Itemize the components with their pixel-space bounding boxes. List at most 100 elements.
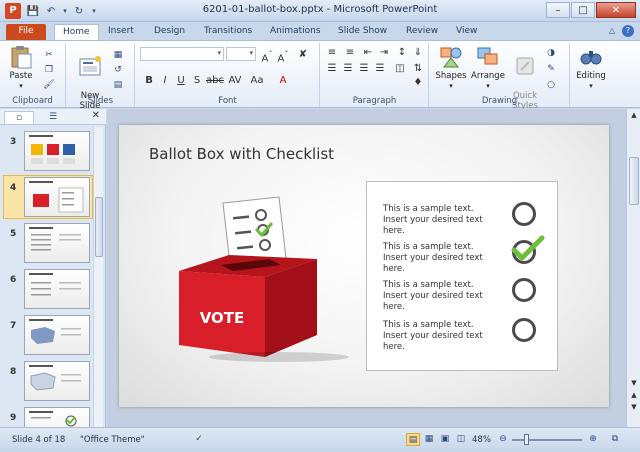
slide-thumbnail-9[interactable]: 9 [6, 407, 92, 427]
tab-transitions[interactable]: Transitions [196, 24, 260, 40]
ballot-box-label: VOTE [200, 309, 245, 327]
layout-icon[interactable]: ▦ [111, 49, 125, 61]
cut-icon[interactable]: ✂ [42, 49, 56, 61]
numbering-icon[interactable]: ≡ [343, 47, 357, 58]
zoom-slider-track[interactable] [512, 439, 582, 441]
quick-styles-icon [516, 57, 534, 75]
minimize-ribbon-icon[interactable]: △ [606, 25, 618, 37]
zoom-slider-thumb[interactable] [524, 434, 529, 445]
reset-icon[interactable]: ↺ [111, 64, 125, 76]
editing-button[interactable]: Editing ▾ [573, 45, 609, 91]
copy-icon[interactable]: ❐ [42, 64, 56, 76]
increase-indent-icon[interactable]: ⇥ [377, 47, 391, 58]
close-pane-icon[interactable]: ✕ [92, 110, 100, 121]
bold-icon[interactable]: B [142, 75, 156, 86]
clear-formatting-icon[interactable]: ✘ [296, 49, 310, 60]
underline-icon[interactable]: U [174, 75, 188, 86]
theme-name[interactable]: "Office Theme" [80, 435, 145, 445]
align-right-icon[interactable]: ☰ [357, 63, 371, 74]
window-controls: – □ ✕ [546, 2, 636, 18]
previous-slide-icon[interactable]: ▲ [629, 391, 639, 399]
change-case-icon[interactable]: Aa [250, 75, 264, 86]
reading-view-icon[interactable]: ▣ [438, 433, 452, 446]
checklist-item-3: This is a sample text. Insert your desir… [383, 280, 483, 312]
tab-slides-thumbnails[interactable]: ▫ [4, 111, 34, 124]
checklist-item-4: This is a sample text. Insert your desir… [383, 320, 483, 352]
text-direction-icon[interactable]: ⇓ [411, 47, 425, 58]
bullets-icon[interactable]: ≡ [325, 47, 339, 58]
grow-font-icon[interactable]: Aˆ [260, 49, 274, 64]
status-bar: Slide 4 of 18 "Office Theme" ✓ ▤ ▦ ▣ ◫ 4… [0, 427, 640, 452]
clipboard-group: Paste ▾ ✂ ❐ 🖌 Clipboard [0, 43, 66, 107]
ballot-box-graphic: VOTE [179, 196, 349, 362]
tab-outline[interactable]: ☰ [38, 111, 68, 124]
font-color-icon[interactable]: A [276, 75, 290, 86]
slide-thumbnail-4[interactable]: 4 [3, 175, 93, 219]
tab-view[interactable]: View [448, 24, 485, 40]
tab-design[interactable]: Design [146, 24, 193, 40]
fit-slide-icon[interactable]: ⧉ [608, 433, 622, 446]
decrease-indent-icon[interactable]: ⇤ [361, 47, 375, 58]
shape-outline-icon[interactable]: ✎ [544, 63, 558, 75]
title-bar: P 💾 ↶ ▾ ↻ ▾ 6201-01-ballot-box.pptx - Mi… [0, 0, 640, 22]
italic-icon[interactable]: I [158, 75, 172, 86]
scroll-up-icon[interactable]: ▲ [629, 111, 639, 119]
shapes-button[interactable]: Shapes ▾ [434, 45, 468, 91]
tab-file[interactable]: File [6, 24, 46, 40]
format-painter-icon[interactable]: 🖌 [42, 79, 56, 91]
normal-view-icon[interactable]: ▤ [406, 433, 420, 446]
maximize-button[interactable]: □ [571, 2, 595, 18]
close-button[interactable]: ✕ [596, 2, 636, 18]
ribbon-tabs: File Home Insert Design Transitions Anim… [0, 22, 640, 40]
slides-panel: ▫ ☰ ✕ 3 4 5 6 7 8 9 [0, 109, 106, 427]
shape-fill-icon[interactable]: ◑ [544, 47, 558, 59]
slide-area-scroll-thumb[interactable] [629, 157, 639, 205]
slide-title[interactable]: Ballot Box with Checklist [149, 145, 334, 163]
font-size-combo[interactable]: ▾ [226, 47, 256, 61]
font-name-combo[interactable]: ▾ [140, 47, 224, 61]
thumbnail-5-graphic [31, 234, 81, 251]
zoom-in-icon[interactable]: ⊕ [586, 433, 600, 446]
character-spacing-icon[interactable]: AV [228, 75, 242, 86]
green-checkmark-icon [511, 235, 545, 261]
section-icon[interactable]: ▤ [111, 79, 125, 91]
justify-icon[interactable]: ☰ [373, 63, 387, 74]
zoom-out-icon[interactable]: ⊖ [496, 433, 510, 446]
line-spacing-icon[interactable]: ↕ [395, 47, 409, 58]
align-left-icon[interactable]: ☰ [325, 63, 339, 74]
tab-review[interactable]: Review [398, 24, 446, 40]
slide-thumbnail-8[interactable]: 8 [6, 361, 92, 401]
tab-animations[interactable]: Animations [262, 24, 329, 40]
slide-sorter-view-icon[interactable]: ▦ [422, 433, 436, 446]
slide-show-view-icon[interactable]: ◫ [454, 433, 468, 446]
zoom-level[interactable]: 48% [472, 435, 491, 445]
align-center-icon[interactable]: ☰ [341, 63, 355, 74]
help-icon[interactable]: ? [622, 25, 634, 37]
tab-home[interactable]: Home [54, 24, 99, 40]
scroll-down-icon[interactable]: ▼ [629, 379, 639, 387]
columns-icon[interactable]: ◫ [393, 63, 407, 74]
shadow-icon[interactable]: S [190, 75, 204, 86]
slide-thumbnail-7[interactable]: 7 [6, 315, 92, 355]
align-text-icon[interactable]: ⇅ [411, 63, 425, 74]
slides-panel-scroll-thumb[interactable] [95, 197, 103, 257]
ribbon: Paste ▾ ✂ ❐ 🖌 Clipboard New Slide ▦ ↺ ▤ S… [0, 40, 640, 111]
shrink-font-icon[interactable]: Aˇ [276, 49, 290, 64]
checklist-panel[interactable]: This is a sample text. Insert your desir… [366, 181, 558, 371]
slide-thumbnail-6[interactable]: 6 [6, 269, 92, 309]
tab-insert[interactable]: Insert [100, 24, 142, 40]
smartart-icon[interactable]: ♦ [411, 77, 425, 88]
slide-thumbnail-5[interactable]: 5 [6, 223, 92, 263]
strikethrough-icon[interactable]: abc [206, 75, 224, 86]
slides-panel-scrollbar[interactable] [93, 127, 103, 427]
shape-effects-icon[interactable]: ○ [544, 79, 558, 91]
next-slide-icon[interactable]: ▼ [629, 403, 639, 411]
paste-button[interactable]: Paste ▾ [6, 45, 36, 91]
slide-area-scrollbar[interactable]: ▲ ▼ ▲ ▼ [626, 109, 640, 427]
current-slide[interactable]: Ballot Box with Checklist VOTE This is a… [119, 125, 609, 407]
slide-thumbnail-3[interactable]: 3 [6, 131, 92, 171]
minimize-button[interactable]: – [546, 2, 570, 18]
tab-slide-show[interactable]: Slide Show [330, 24, 395, 40]
spell-check-icon[interactable]: ✓ [192, 433, 206, 446]
arrange-button[interactable]: Arrange ▾ [470, 45, 506, 91]
